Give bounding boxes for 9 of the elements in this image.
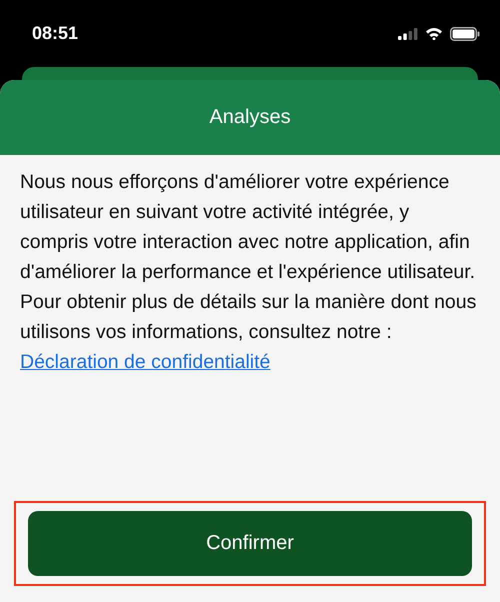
privacy-link[interactable]: Déclaration de confidentialité [20, 351, 270, 373]
battery-icon [450, 26, 480, 40]
body-paragraph: Pour obtenir plus de détails sur la manière dont nous utilisons vos informations, consultez notre : [20, 290, 478, 345]
body-paragraph: Nous nous efforçons d'améliorer votre expérience utilisateur en suivant votre activité intégrée, y compris votre interaction avec notre application, afin d'améliorer la performance et l'expérience utilisateur. [20, 170, 476, 285]
clock-time: 08:51 [32, 23, 78, 44]
wifi-icon [425, 27, 443, 40]
confirm-button[interactable]: Confirmer [28, 511, 472, 576]
signal-icon [398, 28, 418, 40]
sheet-title: Analyses [209, 106, 291, 129]
